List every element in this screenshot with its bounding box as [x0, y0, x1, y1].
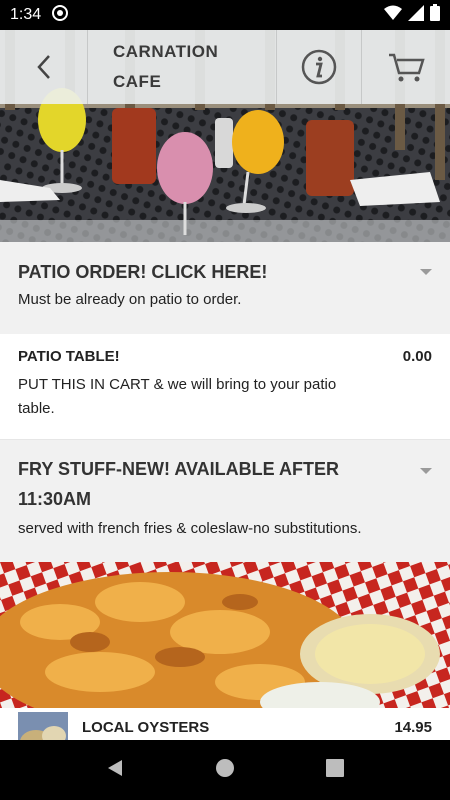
chevron-down-icon	[420, 468, 432, 474]
category-patio-order[interactable]: PATIO ORDER! CLICK HERE! Must be already…	[0, 242, 450, 334]
item-thumbnail	[18, 712, 68, 740]
app-header: CARNATION CAFE	[0, 30, 450, 104]
category-title: PATIO ORDER! CLICK HERE!	[18, 262, 268, 282]
cart-icon	[389, 53, 425, 82]
page-title-line2: CAFE	[113, 72, 162, 91]
triangle-back-icon	[108, 759, 122, 776]
app-notification-icon	[51, 4, 69, 27]
info-button[interactable]	[276, 30, 362, 104]
category-fry-stuff[interactable]: FRY STUFF-NEW! AVAILABLE AFTER 11:30AM s…	[0, 440, 450, 562]
menu-item-patio-table[interactable]: PATIO TABLE! 0.00 PUT THIS IN CART & we …	[0, 334, 450, 440]
category-description: served with french fries & coleslaw-no s…	[18, 520, 362, 537]
item-price: 14.95	[394, 719, 432, 736]
menu-item-local-oysters[interactable]: LOCAL OYSTERS 14.95	[0, 708, 450, 740]
signal-icon	[408, 4, 424, 26]
item-name: PATIO TABLE!	[18, 348, 120, 365]
item-price: 0.00	[402, 348, 432, 365]
info-icon	[301, 49, 337, 85]
status-time: 1:34	[10, 6, 42, 23]
fry-category-image	[0, 562, 450, 708]
page-title-line1: CARNATION	[113, 42, 219, 61]
nav-home-button[interactable]	[215, 758, 235, 783]
chevron-down-icon	[420, 269, 432, 275]
back-button[interactable]	[0, 30, 88, 104]
square-recents-icon	[326, 758, 344, 777]
app-content: CARNATION CAFE PATIO ORDER! CLICK HERE! …	[0, 30, 450, 740]
nav-back-button[interactable]	[105, 758, 125, 783]
category-title-line1: FRY STUFF-NEW! AVAILABLE AFTER	[18, 459, 339, 479]
category-description: Must be already on patio to order.	[18, 291, 242, 308]
cart-button[interactable]	[362, 30, 450, 104]
system-nav-bar	[0, 740, 450, 800]
page-title: CARNATION CAFE	[88, 30, 276, 104]
circle-home-icon	[216, 758, 234, 777]
status-bar: 1:34	[0, 0, 450, 30]
hero-banner: CARNATION CAFE	[0, 30, 450, 242]
nav-recents-button[interactable]	[325, 758, 345, 783]
wifi-icon	[384, 5, 402, 26]
category-title-line2: 11:30AM	[18, 489, 92, 509]
battery-icon	[430, 4, 440, 26]
item-description-line1: PUT THIS IN CART & we will bring to your…	[18, 376, 337, 393]
item-description-line2: table.	[18, 400, 55, 417]
item-name: LOCAL OYSTERS	[82, 719, 210, 736]
chevron-left-icon	[36, 55, 50, 79]
